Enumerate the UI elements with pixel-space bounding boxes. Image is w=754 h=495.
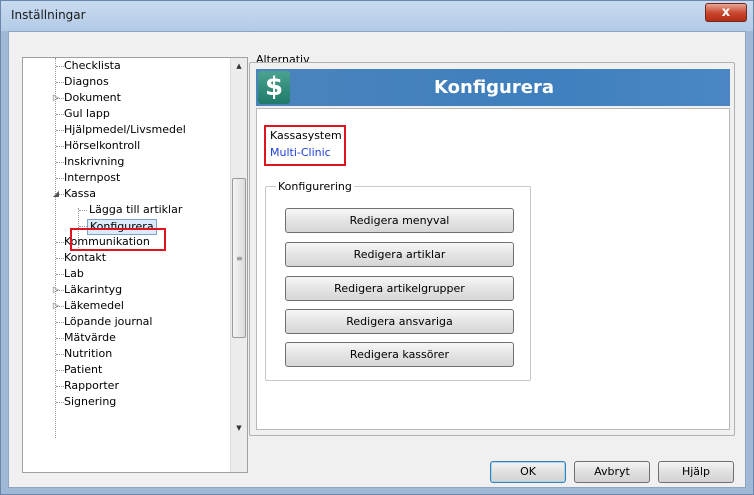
expand-arrow-icon[interactable]: ▷	[51, 90, 61, 106]
edit-article-groups-button[interactable]: Redigera artikelgrupper	[285, 276, 514, 301]
tree-item-inskrivning[interactable]: Inskrivning	[64, 154, 124, 170]
tree-item-lakarintyg[interactable]: Läkarintyg	[64, 282, 122, 298]
tree-item-lab[interactable]: Lab	[64, 266, 84, 282]
tree-item-gul-lapp[interactable]: Gul lapp	[64, 106, 110, 122]
window-title: Inställningar	[11, 8, 86, 22]
cancel-button[interactable]: Avbryt	[574, 461, 650, 483]
tree-item-horselkontroll[interactable]: Hörselkontroll	[64, 138, 140, 154]
tree-item-kassa[interactable]: Kassa	[64, 186, 96, 202]
tree-item-diagnos[interactable]: Diagnos	[64, 74, 109, 90]
edit-menu-choices-button[interactable]: Redigera menyval	[285, 208, 514, 233]
tree-item-checklista[interactable]: Checklista	[64, 58, 121, 74]
tree-item-internpost[interactable]: Internpost	[64, 170, 120, 186]
dollar-logo-icon: $	[258, 71, 290, 104]
ok-button[interactable]: OK	[490, 461, 566, 483]
tree-item-signering[interactable]: Signering	[64, 394, 116, 410]
tree-scrollbar[interactable]: ▲ ≡ ▼	[230, 58, 247, 472]
tree-item-dokument[interactable]: Dokument	[64, 90, 121, 106]
tree-item-kontakt[interactable]: Kontakt	[64, 250, 106, 266]
konfigurering-label: Konfigurering	[276, 180, 354, 193]
expand-arrow-icon[interactable]: ▷	[51, 298, 61, 314]
highlight-frame-konfigurera	[70, 228, 166, 251]
kassasystem-value: Multi-Clinic	[270, 146, 331, 159]
scroll-down-icon[interactable]: ▼	[231, 420, 247, 437]
close-button[interactable]: x	[705, 3, 747, 22]
tree-item-patient[interactable]: Patient	[64, 362, 102, 378]
tree-item-nutrition[interactable]: Nutrition	[64, 346, 112, 362]
scrollbar-thumb[interactable]: ≡	[232, 178, 246, 338]
tree-item-rapporter[interactable]: Rapporter	[64, 378, 119, 394]
tree-item-lagga-till-artiklar[interactable]: Lägga till artiklar	[89, 202, 182, 218]
title-bar: Inställningar x	[1, 1, 753, 31]
close-icon: x	[721, 5, 731, 20]
edit-cashiers-button[interactable]: Redigera kassörer	[285, 342, 514, 367]
collapse-arrow-icon[interactable]: ◢	[51, 186, 61, 202]
help-button[interactable]: Hjälp	[658, 461, 734, 483]
banner-title: Konfigurera	[434, 77, 554, 98]
edit-responsible-button[interactable]: Redigera ansvariga	[285, 309, 514, 334]
scroll-up-icon[interactable]: ▲	[231, 58, 247, 75]
tree-item-hjalpmedel[interactable]: Hjälpmedel/Livsmedel	[64, 122, 186, 138]
kassasystem-label: Kassasystem	[270, 129, 342, 142]
config-banner: $ Konfigurera	[256, 69, 730, 106]
grip-icon: ≡	[236, 254, 243, 263]
edit-articles-button[interactable]: Redigera artiklar	[285, 242, 514, 267]
tree-item-matvarde[interactable]: Mätvärde	[64, 330, 116, 346]
expand-arrow-icon[interactable]: ▷	[51, 282, 61, 298]
tree-item-lakemedel[interactable]: Läkemedel	[64, 298, 124, 314]
tree-item-lopande-journal[interactable]: Löpande journal	[64, 314, 152, 330]
settings-tree[interactable]: Checklista Diagnos ▷ Dokument Gul lapp H…	[22, 57, 248, 473]
